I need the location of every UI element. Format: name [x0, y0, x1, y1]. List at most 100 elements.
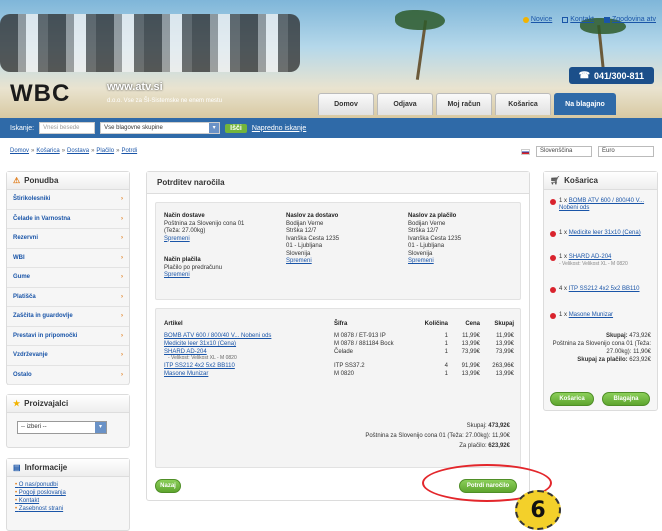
remove-item-icon[interactable] — [550, 231, 556, 237]
cart-icon: 🛒︎ — [550, 176, 561, 185]
advanced-search-link[interactable]: Napredno iskanje — [252, 125, 306, 132]
product-qty: 4 — [444, 363, 448, 369]
cart-header: 🛒︎ Košarica — [544, 172, 657, 190]
payment-method-heading: Način plačila — [164, 257, 201, 263]
totals-value: 473,92€ — [488, 423, 510, 429]
cart-item-link[interactable]: Medicite leer 31x10 (Cena) — [569, 230, 641, 236]
info-links: O nas/ponudbi Pogoji poslovanja Kontakt … — [7, 477, 129, 517]
breadcrumb-confirm[interactable]: Potrdi — [121, 148, 137, 154]
category-item[interactable]: Prestavi in pripomočki › — [7, 327, 129, 346]
manufacturer-select[interactable]: -- izberi -- ▾ — [17, 421, 107, 434]
address-line: Ivanška Cesta 1235 — [408, 235, 462, 242]
breadcrumb-home[interactable]: Domov — [10, 148, 29, 154]
remove-item-icon[interactable] — [550, 313, 556, 319]
info-link[interactable]: Zasebnost strani — [15, 505, 121, 513]
info-link[interactable]: Kontakt — [15, 497, 121, 505]
breadcrumb-cart[interactable]: Košarica — [36, 148, 59, 154]
cart-summary-label: Skupaj: — [605, 333, 628, 339]
search-input[interactable]: Vnesi besede — [39, 122, 96, 134]
remove-item-icon[interactable] — [550, 255, 556, 261]
cart-item-link[interactable]: BOMB ATV 600 / 800/40 V... Nobeni ods — [559, 198, 644, 211]
category-item[interactable]: WBI › — [7, 249, 129, 268]
category-item[interactable]: Ostalo › — [7, 366, 129, 385]
totals-row: Za plačilo: 623,92€ — [365, 441, 510, 451]
column-header: Skupaj — [494, 321, 514, 327]
back-button[interactable]: Nazaj — [155, 479, 181, 493]
currency-select[interactable]: Euro — [598, 146, 654, 157]
category-item[interactable]: Štirikolesniki › — [7, 190, 129, 210]
info-link[interactable]: O nas/ponudbi — [15, 481, 121, 489]
breadcrumb: Domov» Košarica» Dostava» Plačilo» Potrdi — [10, 148, 138, 154]
table-row: Masone Munizar M 0820 1 13,99€ 13,99€ — [164, 370, 514, 378]
language-select[interactable]: Slovenščina — [536, 146, 592, 157]
top-link-label[interactable]: Novice — [531, 16, 552, 23]
order-details-box: Način dostave Poštnina za Slovenijo cona… — [155, 202, 521, 300]
search-label: Iskanje: — [10, 124, 35, 132]
top-link-contact[interactable]: Kontakt — [562, 16, 594, 23]
table-header-row: Artikel Šifra Količina Cena Skupaj — [164, 321, 514, 332]
top-link-label[interactable]: Zgodovina atv — [612, 16, 656, 23]
product-total: 13,99€ — [495, 371, 514, 377]
order-items-box: Artikel Šifra Količina Cena Skupaj BOMB … — [155, 308, 521, 468]
cart-item-qty: 1 x — [559, 254, 568, 260]
cart-item-link[interactable]: ITP SS212 4x2 5x2 BB110 — [569, 286, 640, 292]
category-item[interactable]: Vzdrževanje › — [7, 346, 129, 366]
tab-checkout[interactable]: Na blagajno — [554, 93, 616, 115]
remove-item-icon[interactable] — [550, 287, 556, 293]
cart-item-link[interactable]: Masone Munizar — [569, 312, 613, 318]
product-qty: 1 — [444, 333, 448, 339]
site-logo[interactable]: WBC — [10, 80, 70, 108]
product-link[interactable]: ITP SS212 4x2 5x2 BB110 — [164, 363, 235, 369]
category-label: Vzdrževanje — [13, 352, 48, 359]
cart-item: 1 x Masone Munizar — [550, 312, 654, 319]
product-qty: 1 — [444, 341, 448, 347]
header-banner-image — [0, 14, 300, 72]
product-link[interactable]: Medicite leer 31x10 (Cena) — [164, 341, 236, 347]
category-select[interactable]: Vse blagovne skupine ▾ — [100, 122, 221, 134]
cart-item-link[interactable]: SHARD AD-204 — [569, 254, 612, 260]
product-link[interactable]: Masone Munizar — [164, 371, 208, 377]
top-link-label[interactable]: Kontakt — [570, 16, 594, 23]
category-item[interactable]: Rezervni › — [7, 229, 129, 249]
arrow-right-icon: › — [121, 293, 123, 300]
product-option: - Velikost: Velikost XL - M 0820 — [168, 355, 237, 361]
remove-item-icon[interactable] — [550, 199, 556, 205]
cart-item-qty: 1 x — [559, 312, 568, 318]
product-link[interactable]: BOMB ATV 600 / 800/40 V... Nobeni ods — [164, 333, 271, 339]
search-button[interactable]: Išči — [225, 123, 247, 133]
totals-value: 623,92€ — [488, 443, 510, 449]
site-url: www.atv.si — [107, 81, 163, 93]
tab-logout[interactable]: Odjava — [377, 93, 433, 115]
checkout-button[interactable]: Blagajna — [602, 392, 650, 406]
history-icon — [604, 16, 611, 23]
cart-summary-row: Poštnina za Slovenijo cona 01 (Teža: 27.… — [545, 340, 651, 356]
cart-title: Košarica — [564, 176, 598, 185]
info-link[interactable]: Pogoji poslovanja — [15, 489, 121, 497]
table-row: BOMB ATV 600 / 800/40 V... Nobeni ods M … — [164, 332, 514, 340]
category-item[interactable]: Gume › — [7, 268, 129, 288]
view-cart-button[interactable]: Košarica — [550, 392, 594, 406]
category-item[interactable]: Platišča › — [7, 288, 129, 307]
edit-delivery-link[interactable]: Spremeni — [164, 236, 282, 244]
star-icon — [522, 16, 529, 23]
breadcrumb-delivery[interactable]: Dostava — [67, 148, 89, 154]
cart-summary-value: 11,90€ — [633, 349, 651, 355]
site-header: WBC www.atv.si d.o.o. Vse za ŠI-Sistemsk… — [0, 0, 662, 118]
tab-home[interactable]: Domov — [318, 93, 374, 115]
address-line: Bodijan Verne — [408, 220, 446, 227]
cart-item: 1 x SHARD AD-204- Velikost: Velikost XL … — [550, 254, 654, 268]
edit-shipping-link[interactable]: Spremeni — [286, 258, 396, 266]
category-item[interactable]: Zaščita in guardovlje › — [7, 307, 129, 327]
top-link-news[interactable]: Novice — [522, 16, 552, 23]
edit-billing-link[interactable]: Spremeni — [408, 258, 518, 266]
cart-item-qty: 1 x — [559, 198, 568, 204]
category-item[interactable]: Čelade in Varnostna › — [7, 210, 129, 229]
top-link-history[interactable]: Zgodovina atv — [604, 16, 656, 23]
column-header: Artikel — [164, 321, 183, 327]
shipping-address-heading: Naslov za dostavo — [286, 213, 339, 219]
tab-cart[interactable]: Košarica — [495, 93, 551, 115]
edit-payment-link[interactable]: Spremeni — [164, 272, 282, 280]
cart-summary-row: Skupaj za plačilo: 623,92€ — [545, 356, 651, 364]
breadcrumb-payment[interactable]: Plačilo — [96, 148, 114, 154]
tab-account[interactable]: Moj račun — [436, 93, 492, 115]
